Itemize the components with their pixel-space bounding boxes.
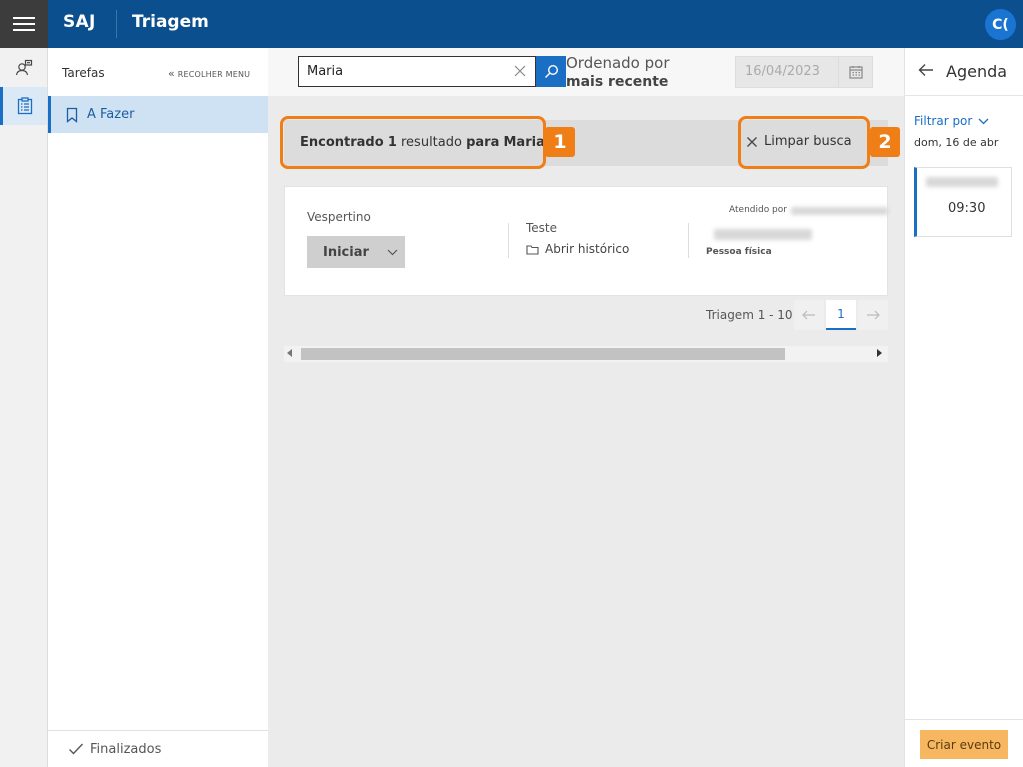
agenda-title: Agenda [946, 62, 1008, 81]
previous-page-button[interactable] [794, 300, 824, 330]
test-label: Teste [526, 221, 558, 235]
open-history-label: Abrir histórico [545, 242, 630, 256]
side-menu-item-todo[interactable]: A Fazer [48, 96, 268, 133]
side-menu-item-label: A Fazer [87, 107, 135, 122]
card-divider [508, 223, 509, 258]
finished-tasks-label: Finalizados [90, 741, 162, 757]
attended-by-label: Atendido por [729, 205, 787, 215]
search-icon [544, 64, 558, 78]
card-divider [688, 223, 689, 258]
collapse-menu-button[interactable]: « RECOLHER MENU [168, 67, 250, 80]
arrow-right-icon [867, 310, 880, 320]
event-time: 09:30 [948, 201, 986, 216]
redacted-event-name [926, 177, 998, 187]
search-input[interactable] [298, 56, 536, 87]
finished-tasks-button[interactable]: Finalizados [48, 730, 268, 767]
check-icon [69, 743, 84, 755]
icon-rail [0, 48, 48, 767]
side-menu-title: Tarefas [62, 66, 105, 80]
arrow-left-icon [802, 310, 815, 320]
calendar-icon [848, 66, 863, 79]
chevron-down-icon [387, 249, 398, 255]
filter-label: Filtrar por [914, 114, 973, 128]
open-history-link[interactable]: Abrir histórico [526, 242, 629, 256]
user-avatar[interactable]: C( [985, 9, 1016, 40]
back-button[interactable] [918, 63, 934, 77]
start-button[interactable]: Iniciar [307, 236, 405, 268]
clipboard-list-icon [17, 97, 33, 115]
app-title: Triagem [132, 12, 209, 32]
chevron-down-icon [978, 118, 989, 124]
person-type-label: Pessoa física [706, 247, 772, 257]
redacted-document-number [714, 229, 812, 240]
user-transfer-icon [15, 59, 32, 76]
sort-value[interactable]: mais recente [566, 74, 668, 90]
next-page-button[interactable] [858, 300, 888, 330]
rail-item-tasks[interactable] [0, 87, 47, 125]
hamburger-menu-icon[interactable] [0, 0, 48, 48]
clear-input-icon[interactable] [512, 63, 528, 79]
calendar-button[interactable] [839, 56, 873, 88]
filter-dropdown[interactable]: Filtrar por [914, 114, 989, 128]
period-label: Vespertino [307, 210, 371, 224]
start-button-label: Iniciar [323, 244, 369, 260]
arrow-left-icon [918, 64, 933, 76]
callout-highlight-1 [280, 116, 546, 169]
callout-number-2: 2 [870, 127, 900, 157]
scroll-right-arrow-icon[interactable] [877, 349, 882, 357]
create-event-button[interactable]: Criar evento [920, 730, 1008, 759]
date-field[interactable]: 16/04/2023 [735, 56, 839, 88]
side-menu: Tarefas « RECOLHER MENU A Fazer Finaliza… [48, 48, 268, 767]
pagination-label: Triagem 1 - 10 [706, 308, 793, 322]
brand-divider [116, 10, 117, 38]
page-number-button[interactable]: 1 [826, 300, 856, 330]
rail-item-triage[interactable] [0, 49, 47, 87]
collapse-menu-label: RECOLHER MENU [177, 70, 251, 79]
scrollbar-thumb[interactable] [301, 348, 785, 360]
callout-highlight-2 [738, 116, 870, 169]
agenda-date: dom, 16 de abr [914, 136, 999, 149]
bookmark-icon [66, 107, 78, 123]
redacted-attendant-name [791, 207, 888, 215]
sort-label: Ordenado por [566, 54, 670, 72]
brand-logo: SAJ [63, 12, 96, 32]
search-button[interactable] [536, 56, 566, 87]
scroll-left-arrow-icon[interactable] [287, 349, 292, 357]
agenda-panel [904, 48, 1023, 767]
folder-icon [526, 244, 539, 255]
double-chevron-left-icon: « [168, 67, 175, 80]
callout-number-1: 1 [545, 127, 575, 157]
